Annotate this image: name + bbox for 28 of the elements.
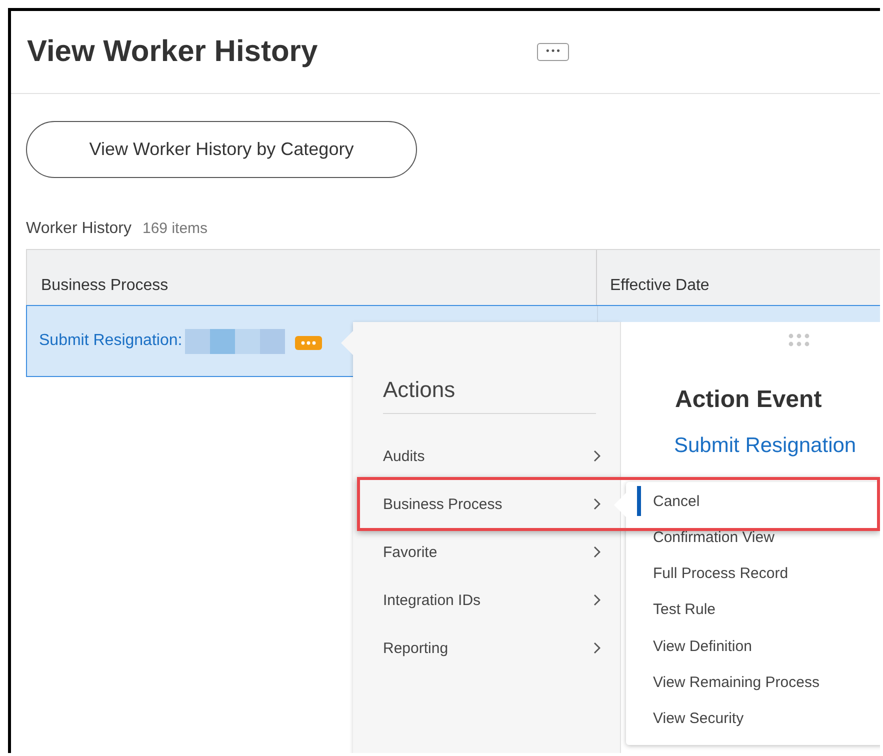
- chevron-icon: [593, 546, 601, 558]
- submenu-item[interactable]: View Definition: [637, 628, 880, 664]
- chevron-icon: [593, 498, 601, 510]
- detail-heading: Action Event: [675, 386, 823, 414]
- row-link[interactable]: Submit Resignation:: [39, 332, 182, 350]
- submenu-item[interactable]: Confirmation View: [637, 519, 880, 556]
- chevron-icon: [593, 594, 601, 606]
- drag-handle-icon[interactable]: [788, 333, 810, 347]
- page-title: View Worker History: [27, 35, 318, 69]
- more-button[interactable]: •••: [537, 43, 569, 61]
- menu-item[interactable]: Audits: [353, 432, 620, 480]
- menu-item[interactable]: Reporting: [353, 624, 620, 672]
- grid-title: Worker History: [26, 220, 132, 238]
- menu-item[interactable]: Integration IDs: [353, 576, 620, 624]
- submenu-item[interactable]: View Security: [637, 700, 880, 737]
- submenu-item[interactable]: View Remaining Process: [637, 664, 880, 700]
- submenu-item[interactable]: Test Rule: [637, 592, 880, 628]
- chevron-icon: [593, 642, 601, 654]
- item-count: 169 items: [142, 220, 208, 237]
- menu-item[interactable]: Business Process: [353, 480, 620, 528]
- submenu-item[interactable]: Full Process Record: [637, 555, 880, 592]
- submenu-item[interactable]: Cancel: [637, 486, 880, 516]
- menu-item[interactable]: Favorite: [353, 528, 620, 576]
- chevron-icon: [593, 450, 601, 462]
- view-by-category-button[interactable]: View Worker History by Category: [26, 121, 417, 178]
- detail-link[interactable]: Submit Resignation: [674, 434, 880, 458]
- related-actions-icon[interactable]: [295, 336, 322, 350]
- menu-title: Actions: [383, 377, 596, 414]
